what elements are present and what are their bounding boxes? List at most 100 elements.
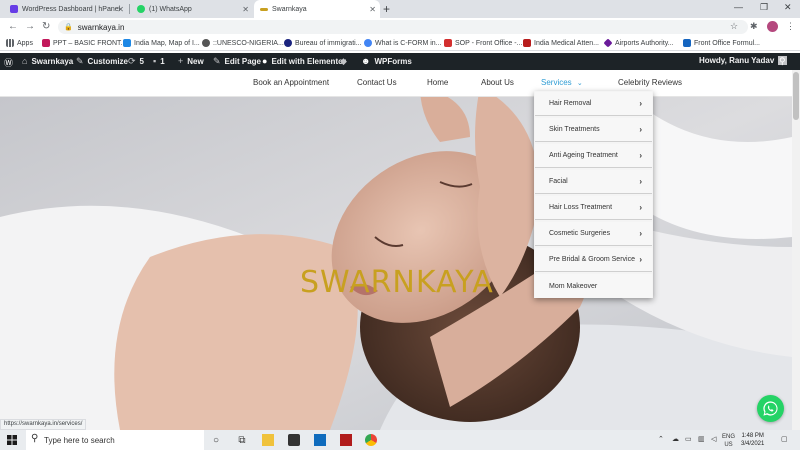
wp-comments[interactable]: ▪ 1 <box>153 56 165 66</box>
bookmark-item[interactable]: ::UNESCO-NIGERIA... <box>202 39 284 47</box>
region-code: US <box>724 442 733 448</box>
address-bar-row: ← → ↻ 🔒 swarnkaya.in ☆ ✱ ⋮ <box>0 18 800 36</box>
wordpress-logo-icon[interactable]: Ⓦ <box>4 56 17 69</box>
pencil-icon: ✎ <box>213 56 221 66</box>
menu-item-mom-makeover[interactable]: Mom Makeover <box>535 274 652 298</box>
taskbar-clock[interactable]: 1:48 PM 3/4/2021 <box>741 432 764 448</box>
menu-item-label: Hair Loss Treatment <box>549 204 613 211</box>
page-scrollbar-thumb[interactable] <box>793 72 799 120</box>
site-header: Book an Appointment Contact Us Home Abou… <box>0 70 792 97</box>
chevron-up-icon[interactable]: ⌃ <box>658 435 664 443</box>
nav-home[interactable]: Home <box>427 78 448 87</box>
wp-customize[interactable]: ✎ Customize <box>76 56 128 67</box>
wp-edit-page[interactable]: ✎ Edit Page <box>213 56 261 67</box>
bookmark-item[interactable]: SOP - Front Office -... <box>444 39 522 47</box>
wp-wpforms[interactable]: ☻ WPForms <box>361 56 412 66</box>
bookmark-item[interactable]: PPT – BASIC FRONT... <box>42 39 126 47</box>
bookmark-apps[interactable]: Apps <box>6 39 33 47</box>
new-tab-button[interactable]: + <box>383 2 390 16</box>
wp-updates[interactable]: ⟳ 5 <box>128 56 144 67</box>
wp-search-icon[interactable]: ⚲ <box>779 56 790 67</box>
chevron-right-icon: › <box>639 203 642 212</box>
nav-services[interactable]: Services ⌄ <box>541 78 583 87</box>
menu-item-label: Cosmetic Surgeries <box>549 230 611 237</box>
forward-icon[interactable]: → <box>25 21 35 32</box>
whatsapp-icon <box>137 5 145 13</box>
tab-wordpress-dashboard[interactable]: WordPress Dashboard | hPanel ✕ <box>4 0 128 18</box>
chrome-icon[interactable] <box>365 434 377 446</box>
volume-icon[interactable]: ◁ <box>711 435 716 443</box>
bookmark-formula-icon <box>683 39 691 47</box>
bookmark-sop-icon <box>444 39 452 47</box>
chevron-down-icon: ⌄ <box>576 80 583 87</box>
menu-kebab-icon[interactable]: ⋮ <box>786 21 795 32</box>
menu-item-label: Facial <box>549 178 568 185</box>
url-text: swarnkaya.in <box>77 22 125 32</box>
bookmark-item[interactable]: Bureau of immigrati... <box>284 39 362 47</box>
bookmark-item[interactable]: What is C-FORM in... <box>364 39 442 47</box>
bookmark-item[interactable]: India Map, Map of I... <box>123 39 200 47</box>
menu-item-pre-bridal[interactable]: Pre Bridal & Groom Service › <box>535 248 652 272</box>
wp-edit-page-label: Edit Page <box>224 57 261 66</box>
language-code: ENG <box>722 434 736 440</box>
wp-howdy[interactable]: Howdy, Ranu Yadav <box>699 56 788 65</box>
menu-item-facial[interactable]: Facial › <box>535 170 652 194</box>
extensions-icon[interactable]: ✱ <box>750 21 758 32</box>
plus-icon: + <box>178 56 184 66</box>
profile-avatar[interactable] <box>767 21 778 32</box>
close-icon[interactable]: ✕ <box>242 5 249 14</box>
windows-start-icon[interactable] <box>7 435 17 445</box>
menu-item-label: Mom Makeover <box>549 282 598 290</box>
bookmark-unesco-icon <box>202 39 210 47</box>
menu-item-cosmetic-surgeries[interactable]: Cosmetic Surgeries › <box>535 222 652 246</box>
menu-item-anti-ageing[interactable]: Anti Ageing Treatment › <box>535 144 652 168</box>
bookmark-item[interactable]: Front Office Formul... <box>683 39 760 47</box>
menu-item-skin-treatments[interactable]: Skin Treatments › <box>535 118 652 142</box>
browser-tab-strip: WordPress Dashboard | hPanel ✕ (1) Whats… <box>0 0 800 18</box>
back-icon[interactable]: ← <box>8 21 18 32</box>
wp-edit-elementor[interactable]: ● Edit with Elementor <box>262 56 346 66</box>
bookmark-item[interactable]: Airports Authority... <box>603 38 674 48</box>
clock-time: 1:48 PM <box>741 433 764 439</box>
minimize-icon[interactable]: — <box>734 2 743 12</box>
battery-icon[interactable]: ▭ <box>685 435 692 443</box>
window-close-icon[interactable]: ✕ <box>784 2 792 13</box>
restore-icon[interactable]: ❐ <box>760 2 768 13</box>
nav-about-us[interactable]: About Us <box>481 78 514 87</box>
store-icon[interactable] <box>288 434 300 446</box>
nav-book-appointment[interactable]: Book an Appointment <box>253 78 329 87</box>
mail-icon[interactable] <box>314 434 326 446</box>
bookmark-star-icon[interactable]: ☆ <box>730 21 738 32</box>
whatsapp-chat-button[interactable] <box>757 395 784 422</box>
task-view-icon[interactable]: ⧉ <box>236 434 248 446</box>
notifications-icon[interactable]: ▢ <box>781 435 788 443</box>
onedrive-icon[interactable]: ☁ <box>672 435 679 443</box>
menu-item-hair-removal[interactable]: Hair Removal › <box>535 92 652 116</box>
swarnkaya-icon <box>260 7 268 11</box>
tab-whatsapp[interactable]: (1) WhatsApp ✕ <box>131 0 253 18</box>
reload-icon[interactable]: ↻ <box>42 21 50 32</box>
bookmark-item[interactable]: India Medical Atten... <box>523 39 599 47</box>
close-icon[interactable]: ✕ <box>117 5 124 14</box>
url-bar[interactable]: 🔒 swarnkaya.in <box>58 20 748 34</box>
wp-site-name[interactable]: ⌂ Swarnkaya <box>22 56 73 66</box>
nav-contact-us[interactable]: Contact Us <box>357 78 397 87</box>
page-scrollbar[interactable] <box>792 70 800 430</box>
tab-title: (1) WhatsApp <box>149 5 192 13</box>
close-icon[interactable]: ✕ <box>369 5 376 14</box>
wp-new[interactable]: + New <box>178 56 204 66</box>
wp-diamond-icon[interactable]: ◆ <box>340 56 351 67</box>
nav-celebrity-reviews[interactable]: Celebrity Reviews <box>618 78 682 87</box>
bookmark-label: SOP - Front Office -... <box>455 39 523 47</box>
app-red-icon[interactable] <box>340 434 352 446</box>
language-indicator[interactable]: ENG US <box>722 433 735 449</box>
cortana-icon[interactable]: ○ <box>210 434 222 446</box>
menu-item-label: Pre Bridal & Groom Service <box>549 256 635 263</box>
taskbar-search-input[interactable]: ⚲ Type here to search <box>26 430 204 450</box>
bookmark-label: India Medical Atten... <box>534 39 599 47</box>
tab-swarnkaya[interactable]: Swarnkaya ✕ <box>254 0 380 18</box>
network-icon[interactable]: ▥ <box>698 435 705 443</box>
whatsapp-icon <box>763 401 778 416</box>
menu-item-hair-loss[interactable]: Hair Loss Treatment › <box>535 196 652 220</box>
file-explorer-icon[interactable] <box>262 434 274 446</box>
